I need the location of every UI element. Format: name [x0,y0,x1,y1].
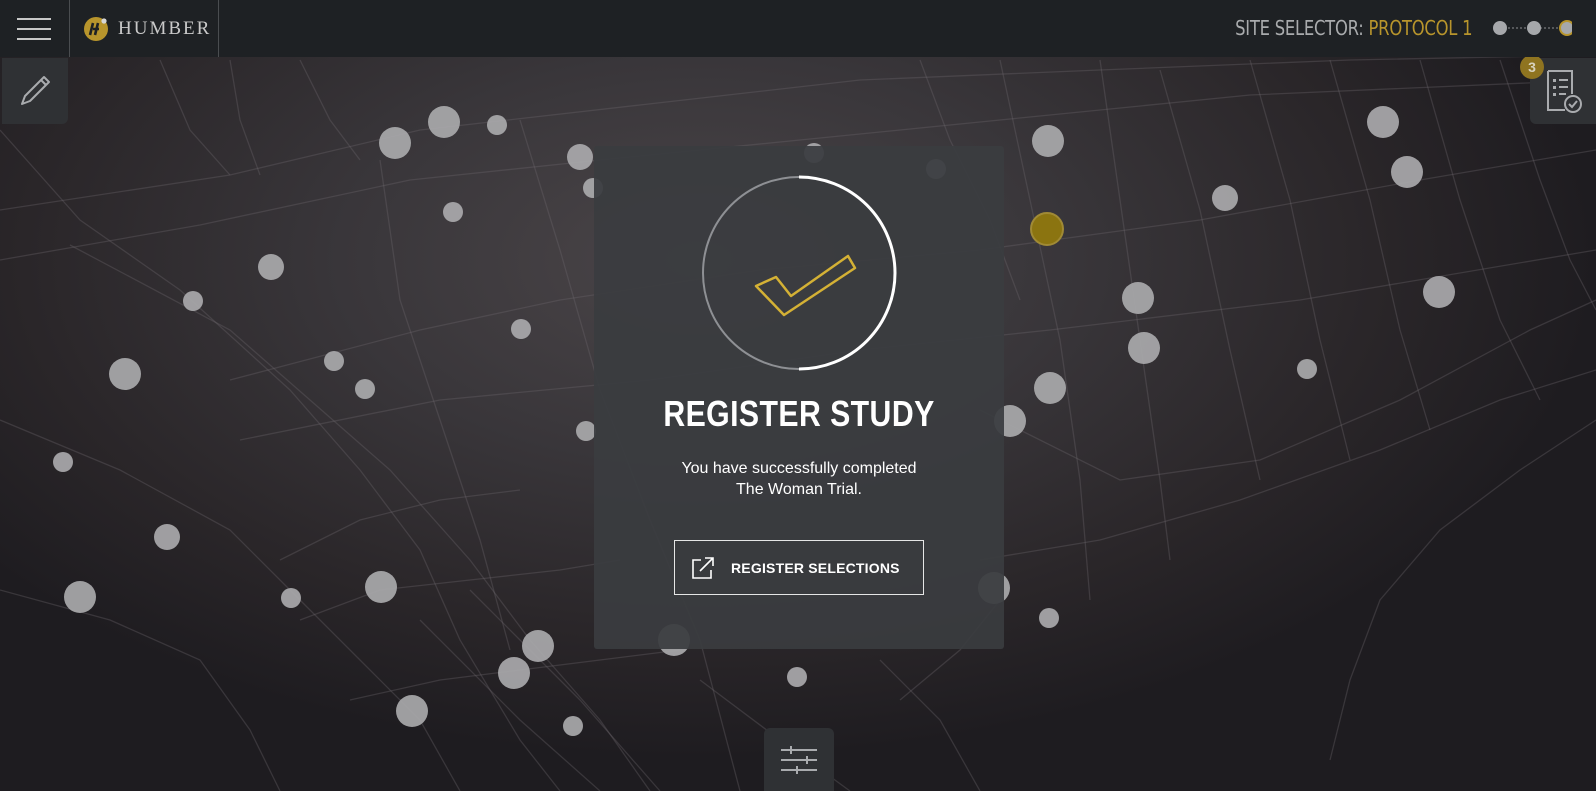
dialog-title: REGISTER STUDY [663,393,935,434]
top-bar: HUMBER SITE SELECTOR: PROTOCOL 1 [0,0,1596,57]
sliders-icon [781,745,817,774]
completion-ring [702,175,897,371]
pencil-icon [21,76,50,105]
humber-logo[interactable]: HUMBER [69,0,219,57]
stepper-dot-1[interactable] [1493,21,1507,35]
checklist-icon [1547,70,1582,113]
site-selector-label: SITE SELECTOR: [1234,16,1364,40]
menu-button[interactable] [0,0,68,57]
dialog-message: You have successfully completed The Woma… [654,458,944,500]
stepper-dot-3[interactable] [1559,20,1572,36]
dialog-message-line1: You have successfully completed [681,460,917,477]
register-study-dialog: REGISTER STUDY You have successfully com… [594,146,1004,649]
progress-stepper [1493,20,1572,36]
site-selector-value[interactable]: PROTOCOL 1 [1368,16,1472,40]
checkmark-icon [754,254,857,317]
humber-logo-mark [84,16,108,41]
hamburger-icon [17,17,51,40]
site-selector[interactable]: SITE SELECTOR: PROTOCOL 1 [1235,16,1472,40]
register-selections-label: REGISTER SELECTIONS [731,559,900,576]
logo-text: HUMBER [118,17,212,39]
checklist-count-badge: 3 [1520,55,1544,79]
external-link-icon [692,556,714,579]
dialog-message-line2: The Woman Trial. [736,481,862,498]
filter-button[interactable] [764,728,834,791]
stepper-dot-2[interactable] [1527,21,1541,35]
edit-button[interactable] [2,58,68,124]
register-selections-button[interactable]: REGISTER SELECTIONS [674,540,924,595]
